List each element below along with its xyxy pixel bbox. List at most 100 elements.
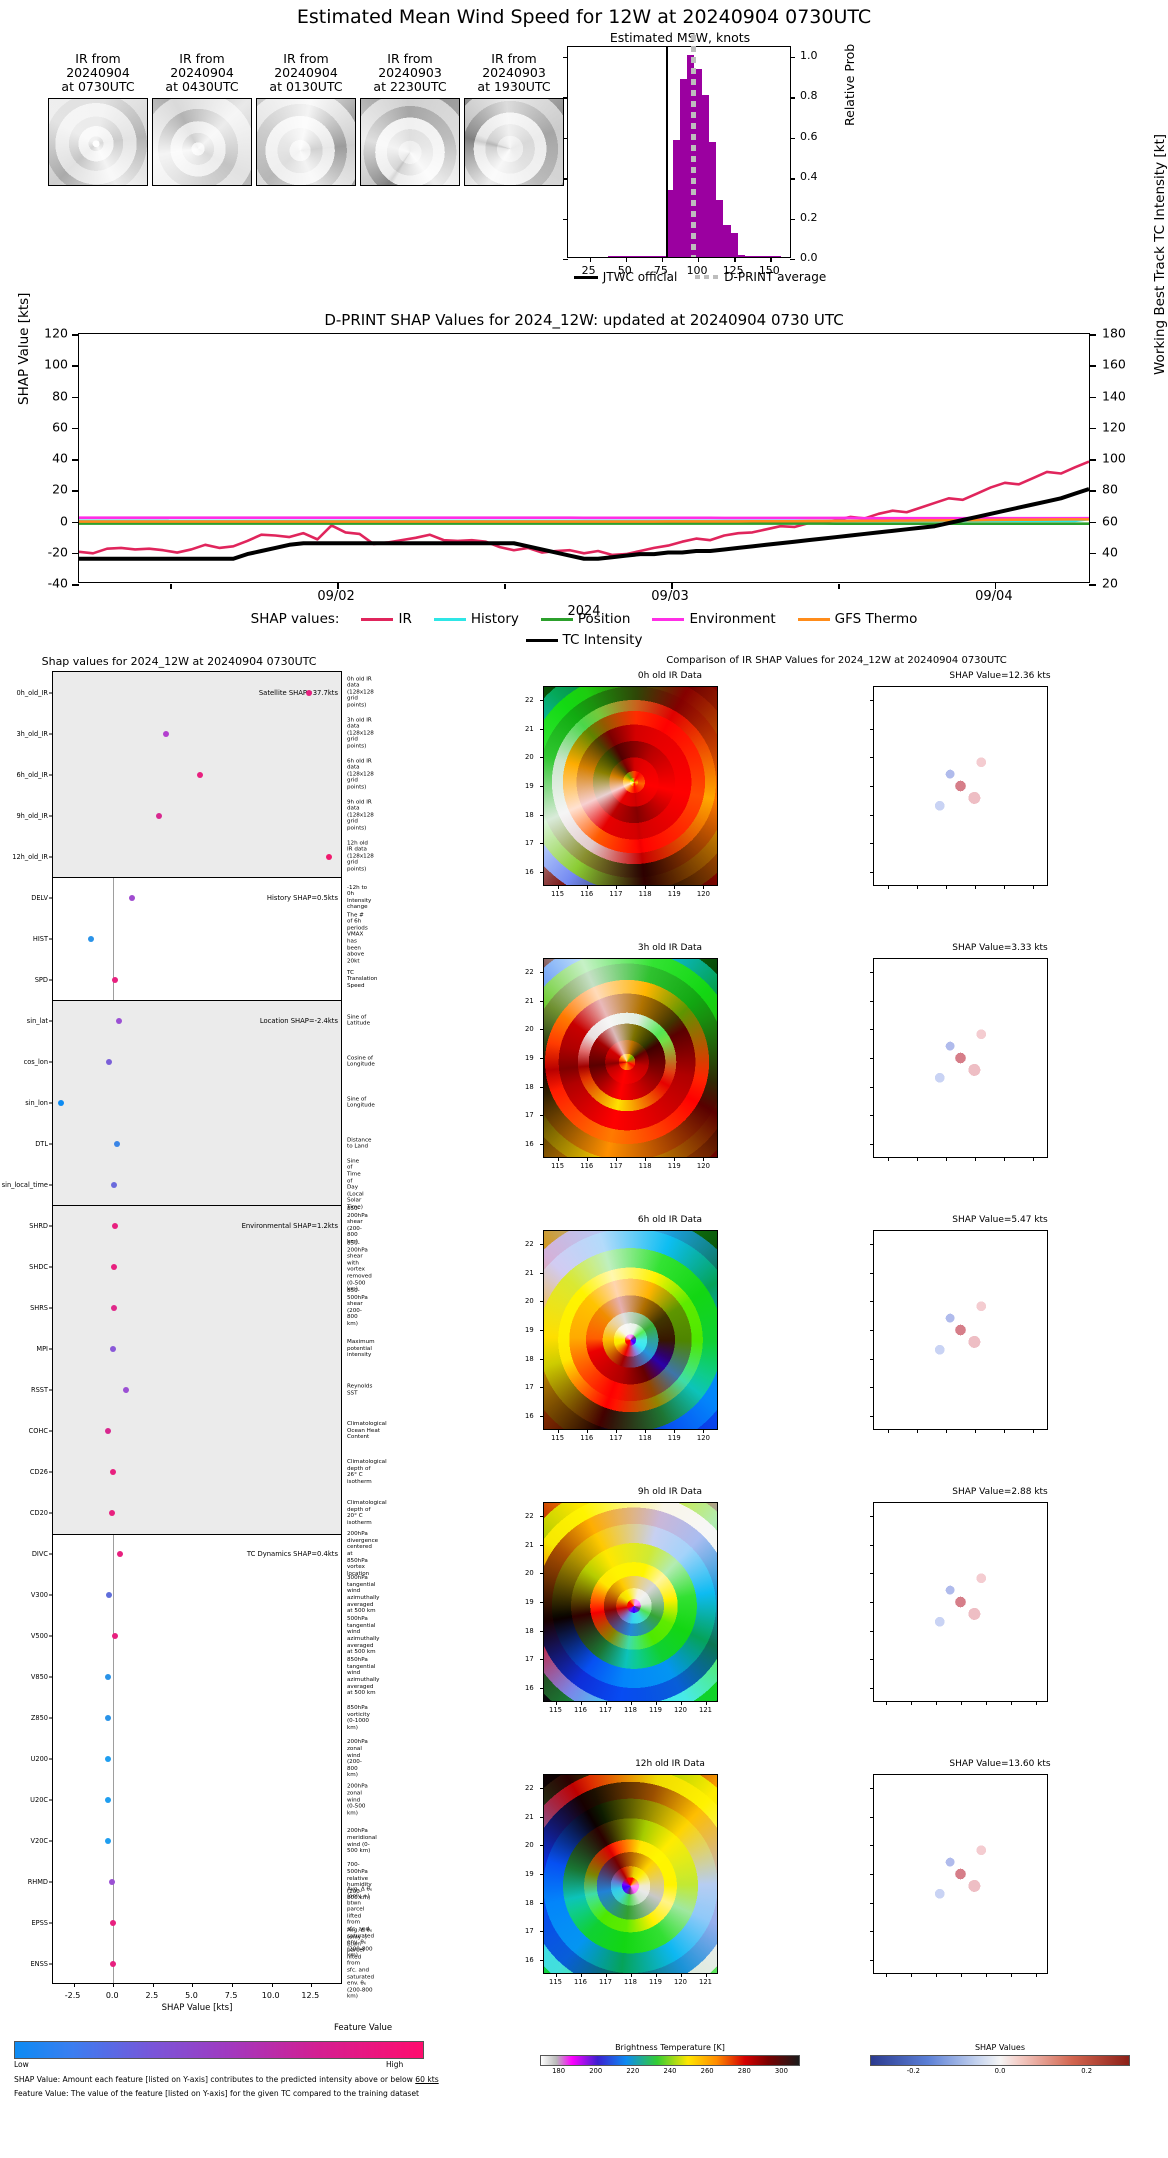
feature-name-label: SPD xyxy=(35,976,53,984)
feature-description: 500hPa tangential wind azimuthally avera… xyxy=(347,1616,380,1656)
shap-x-tick xyxy=(961,1974,962,1977)
ir-comparison-panel: Comparison of IR SHAP Values for 2024_12… xyxy=(505,655,1168,2155)
y-tick-mark xyxy=(72,397,79,399)
y-tick-label: 0.6 xyxy=(800,130,818,143)
y-tick-mark-left xyxy=(563,97,568,98)
ir-x-tick-label: 115 xyxy=(551,890,564,898)
ir-y-tick-label: 20 xyxy=(525,1841,534,1849)
y-tick-label: 80 xyxy=(52,388,68,403)
group-summary-label: Satellite SHAP=37.7kts xyxy=(259,689,338,697)
ir-y-tick xyxy=(540,1817,543,1818)
group-divider-line xyxy=(53,1205,341,1206)
shap-y-tick xyxy=(870,1087,873,1088)
histogram-title: Estimated MSW, knots xyxy=(560,30,800,45)
ir-x-tick xyxy=(703,1430,704,1433)
feature-name-label: Z850 xyxy=(31,1714,53,1722)
ir-y-tick-label: 21 xyxy=(525,1813,534,1821)
ir-x-tick-label: 121 xyxy=(699,1978,712,1986)
feature-description: Sine of Latitude xyxy=(347,1014,370,1027)
ir-y-tick-label: 22 xyxy=(525,696,534,704)
shap-x-tick xyxy=(946,1430,947,1433)
group-shading-band xyxy=(53,1000,341,1205)
feature-description: Climatological Ocean Heat Content xyxy=(347,1421,387,1441)
y-tick-mark-left xyxy=(563,259,568,260)
ir-x-tick-label: 120 xyxy=(674,1978,687,1986)
ir-y-tick xyxy=(540,1330,543,1331)
feature-shap-dot xyxy=(105,1756,111,1762)
feature-description: Climatological depth of 20° C isotherm xyxy=(347,1500,387,1526)
y-tick-label: 0.4 xyxy=(800,170,818,183)
ir-x-tick-label: 120 xyxy=(697,1162,710,1170)
line-swatch-icon xyxy=(361,618,393,621)
histogram-bar xyxy=(702,95,709,257)
ir-y-tick xyxy=(540,815,543,816)
ir-x-tick-label: 119 xyxy=(668,890,681,898)
shap-panel-title: SHAP Value=3.33 kts xyxy=(835,943,1165,953)
y-tick-label: 0.2 xyxy=(800,211,818,224)
ir-frame-caption: IR from 20240903 at 1930UTC xyxy=(464,52,564,94)
ir-y-tick-label: 16 xyxy=(525,868,534,876)
feature-shap-dot xyxy=(105,1428,111,1434)
ir-x-tick xyxy=(645,1158,646,1161)
timeseries-legend-row1: SHAP values: IR History Position Environ… xyxy=(0,611,1168,627)
ir-x-tick-label: 120 xyxy=(674,1706,687,1714)
shap-x-tick xyxy=(975,1158,976,1161)
ir-x-tick-label: 116 xyxy=(574,1978,587,1986)
feature-shap-dot xyxy=(112,1633,118,1639)
legend-label: GFS Thermo xyxy=(835,611,918,627)
ir-y-tick xyxy=(540,1931,543,1932)
legend-label: IR xyxy=(398,611,411,627)
shap-x-tick-label: 12.5 xyxy=(301,1991,319,2000)
ir-frame-1: IR from 20240904 at 0430UTC xyxy=(152,52,252,186)
ir-x-tick xyxy=(587,1158,588,1161)
line-swatch-icon xyxy=(541,618,573,621)
ir-y-tick xyxy=(540,1416,543,1417)
shap-y-tick xyxy=(870,757,873,758)
ir-y-tick xyxy=(540,1115,543,1116)
ir-x-tick-label: 116 xyxy=(580,890,593,898)
brightness-tick-label: 280 xyxy=(738,2067,751,2075)
feature-description: 850-500hPa shear (200-800 km) xyxy=(347,1288,368,1328)
ir-x-tick xyxy=(587,1430,588,1433)
ir-y-tick xyxy=(540,1903,543,1904)
histogram-bar xyxy=(615,256,622,257)
y2-tick-mark xyxy=(1089,584,1096,586)
feature-description: 9h old IR data (128x128 grid points) xyxy=(347,799,374,832)
ir-y-tick xyxy=(540,1602,543,1603)
ir-x-tick xyxy=(674,886,675,889)
ir-y-tick-label: 21 xyxy=(525,1269,534,1277)
timeseries-line-ir xyxy=(79,462,1089,555)
histogram-bar xyxy=(774,256,781,257)
y-tick-mark xyxy=(72,459,79,461)
y2-tick-mark xyxy=(1089,459,1096,461)
line-swatch-icon xyxy=(798,618,830,621)
ir-x-tick-label: 118 xyxy=(639,1162,652,1170)
feature-name-label: 6h_old_IR xyxy=(16,771,53,779)
y2-tick-mark xyxy=(1089,490,1096,492)
y2-tick-mark xyxy=(1089,553,1096,555)
ir-x-tick-label: 119 xyxy=(649,1978,662,1986)
feature-description: 12h old IR data (128x128 grid points) xyxy=(347,840,374,873)
shap-x-tick xyxy=(192,1983,193,1987)
ir-x-tick xyxy=(558,1430,559,1433)
feature-name-label: 0h_old_IR xyxy=(16,689,53,697)
histogram-y-axis-label: Relative Prob xyxy=(842,44,857,126)
note-underlined-value: 60 kts xyxy=(415,2075,438,2084)
y-tick-label: -40 xyxy=(48,576,68,591)
brightness-tick-label: 200 xyxy=(589,2067,602,2075)
ir-x-tick xyxy=(558,1158,559,1161)
shap-x-tick xyxy=(975,1430,976,1433)
brightness-colorbar-label: Brightness Temperature [K] xyxy=(505,2043,835,2052)
ir-x-tick-label: 119 xyxy=(649,1706,662,1714)
ir-x-tick xyxy=(606,1974,607,1977)
ir-y-tick-label: 21 xyxy=(525,997,534,1005)
ir-x-tick-label: 121 xyxy=(699,1706,712,1714)
ir-y-tick xyxy=(540,843,543,844)
y2-tick-label: 20 xyxy=(1102,576,1118,591)
shap-y-tick xyxy=(870,1416,873,1417)
dprint-average-line xyxy=(691,35,696,257)
group-divider-line xyxy=(53,1000,341,1001)
feature-name-label: DIVC xyxy=(32,1550,53,1558)
timeseries-title: D-PRINT SHAP Values for 2024_12W: update… xyxy=(0,311,1168,329)
y-tick-label: 120 xyxy=(44,326,68,341)
